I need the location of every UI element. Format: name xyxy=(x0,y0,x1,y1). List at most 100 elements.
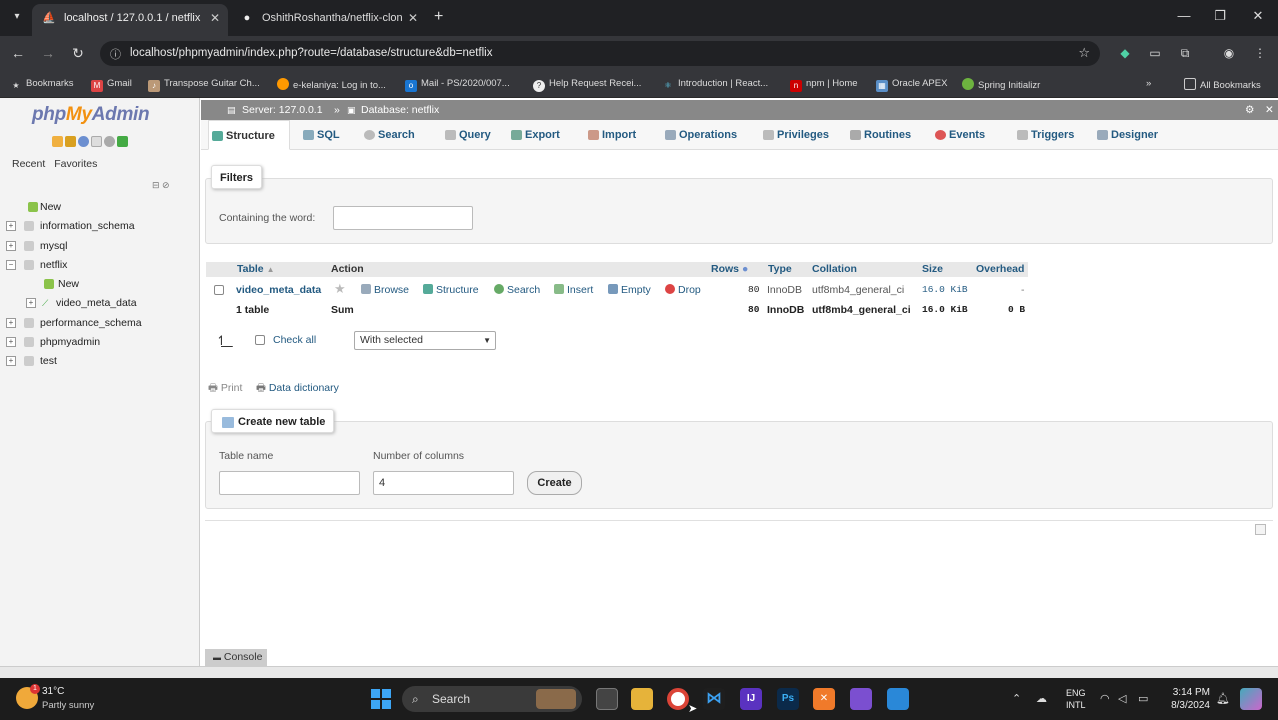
notifications-bell-icon[interactable]: 🔔︎ xyxy=(1216,692,1230,705)
language-indicator[interactable]: ENG INTL xyxy=(1066,687,1086,711)
tab-routines[interactable]: Routines xyxy=(847,120,911,150)
num-columns-input[interactable] xyxy=(373,471,514,495)
xampp-icon[interactable]: ✕ xyxy=(813,688,835,710)
tree-item-netflix[interactable]: − netflix xyxy=(6,256,196,275)
settings-gear-icon[interactable]: ⚙ xyxy=(1245,100,1254,120)
browser-tab-phpmyadmin[interactable]: ⛵ localhost / 127.0.0.1 / netflix | p ✕ xyxy=(32,4,228,36)
extension-icon[interactable]: ▭ xyxy=(1147,45,1163,61)
tab-events[interactable]: Events xyxy=(932,120,985,150)
bookmark-star-icon[interactable]: ☆ xyxy=(1078,45,1090,61)
site-info-icon[interactable]: ⓘ xyxy=(110,46,121,62)
close-panel-icon[interactable]: ✕ xyxy=(1265,100,1274,120)
intellij-icon[interactable]: IJ xyxy=(740,688,762,710)
task-view-icon[interactable] xyxy=(596,688,618,710)
more-bookmarks-icon[interactable]: » xyxy=(1146,78,1151,89)
favorites-tab[interactable]: Favorites xyxy=(54,158,97,170)
tab-operations[interactable]: Operations xyxy=(662,120,737,150)
breadcrumb-database[interactable]: Database: netflix xyxy=(361,100,439,120)
bookmark-item[interactable]: M Gmail xyxy=(91,78,132,92)
back-icon[interactable]: ← xyxy=(9,44,27,62)
collapse-icon[interactable]: − xyxy=(6,259,16,270)
volume-icon[interactable]: ◁ xyxy=(1118,692,1126,705)
col-header-collation[interactable]: Collation xyxy=(812,263,857,275)
media-app-icon[interactable] xyxy=(850,688,872,710)
browse-link[interactable]: Browse xyxy=(361,284,409,296)
bookmark-item[interactable]: Spring Initializr xyxy=(962,78,1040,91)
filter-input[interactable] xyxy=(333,206,473,230)
expand-icon[interactable]: + xyxy=(6,337,16,348)
close-tab-icon[interactable]: ✕ xyxy=(210,4,220,32)
bookmark-item[interactable]: ♪ Transpose Guitar Ch... xyxy=(148,78,260,92)
home-icon[interactable] xyxy=(52,136,63,147)
with-selected-dropdown[interactable]: With selected ▼ xyxy=(354,331,496,350)
profile-avatar-icon[interactable]: ◉ xyxy=(1221,45,1237,61)
bookmark-item[interactable]: ? Help Request Recei... xyxy=(533,78,641,92)
expand-icon[interactable]: + xyxy=(6,240,16,251)
help-icon[interactable]: ● xyxy=(742,263,748,275)
reload-nav-icon[interactable] xyxy=(117,136,128,147)
new-tab-icon[interactable]: + xyxy=(434,8,443,26)
expand-icon[interactable]: + xyxy=(26,298,36,309)
tab-export[interactable]: Export xyxy=(508,120,560,150)
tree-item-test[interactable]: + test xyxy=(6,352,196,371)
recent-tab[interactable]: Recent xyxy=(12,158,45,170)
tab-triggers[interactable]: Triggers xyxy=(1014,120,1074,150)
tree-item-information-schema[interactable]: + information_schema xyxy=(6,217,196,236)
show-hidden-icons[interactable]: ⌃ xyxy=(1012,692,1021,705)
chrome-icon[interactable] xyxy=(667,688,689,710)
tab-query[interactable]: Query xyxy=(442,120,491,150)
onedrive-icon[interactable]: ☁ xyxy=(1036,692,1047,705)
bookmark-item[interactable]: ⚛ Introduction | React... xyxy=(662,78,768,92)
check-all-label[interactable]: Check all xyxy=(273,334,316,346)
all-bookmarks[interactable]: All Bookmarks xyxy=(1184,78,1261,91)
wifi-icon[interactable]: ◠ xyxy=(1100,692,1110,705)
col-header-type[interactable]: Type xyxy=(768,263,792,275)
check-all-checkbox[interactable] xyxy=(255,335,265,345)
vscode-icon[interactable]: ⋈ xyxy=(703,688,725,710)
logout-icon[interactable] xyxy=(65,136,76,147)
search-link[interactable]: Search xyxy=(494,284,540,296)
tree-item-new[interactable]: New xyxy=(6,198,196,217)
settings-gear-icon[interactable] xyxy=(104,136,115,147)
restore-icon[interactable]: ❐ xyxy=(1210,8,1230,24)
bookmark-item[interactable]: ▦ Oracle APEX xyxy=(876,78,947,92)
browser-tab-github[interactable]: ● OshithRoshantha/netflix-clone ✕ xyxy=(230,4,426,36)
favorite-star-icon[interactable]: ★ xyxy=(334,281,346,297)
system-clock[interactable]: 3:14 PM 8/3/2024 xyxy=(1164,686,1210,712)
tab-import[interactable]: Import xyxy=(585,120,636,150)
empty-link[interactable]: Empty xyxy=(608,284,651,296)
close-tab-icon[interactable]: ✕ xyxy=(408,4,418,32)
tree-item-video-meta-data[interactable]: + ⟋ video_meta_data xyxy=(6,294,196,313)
create-button[interactable]: Create xyxy=(527,471,582,495)
structure-link[interactable]: Structure xyxy=(423,284,479,296)
file-explorer-icon[interactable] xyxy=(631,688,653,710)
windows-start-icon[interactable] xyxy=(371,689,391,709)
insert-link[interactable]: Insert xyxy=(554,284,593,296)
tab-search[interactable]: Search xyxy=(361,120,415,150)
breadcrumb-server[interactable]: Server: 127.0.0.1 xyxy=(242,100,323,120)
expand-icon[interactable]: + xyxy=(6,356,16,367)
tab-designer[interactable]: Designer xyxy=(1094,120,1158,150)
photoshop-icon[interactable]: Ps xyxy=(777,688,799,710)
bookmark-item[interactable]: n npm | Home xyxy=(790,78,858,92)
browser-menu-icon[interactable]: ⋮ xyxy=(1252,45,1268,61)
drop-link[interactable]: Drop xyxy=(665,284,701,296)
tree-item-netflix-new[interactable]: New xyxy=(6,275,196,294)
col-header-size[interactable]: Size xyxy=(922,263,943,275)
table-name-link[interactable]: video_meta_data xyxy=(236,284,321,296)
tab-search-icon[interactable]: ▾ xyxy=(8,8,26,26)
bookmark-item[interactable]: o Mail - PS/2020/007... xyxy=(405,78,510,92)
size-value[interactable]: 16.0 KiB xyxy=(922,284,968,295)
col-header-overhead[interactable]: Overhead xyxy=(976,263,1024,275)
horizontal-scrollbar[interactable] xyxy=(0,666,1278,678)
bookmark-item[interactable]: e-kelaniya: Log in to... xyxy=(277,78,386,91)
expand-icon[interactable]: + xyxy=(6,317,16,328)
bookmark-item[interactable]: ★ Bookmarks xyxy=(10,78,73,92)
col-header-table[interactable]: Table ▲ xyxy=(237,263,275,275)
collapse-all-icon[interactable]: ⊟ ⊘ xyxy=(152,180,170,191)
tab-privileges[interactable]: Privileges xyxy=(760,120,829,150)
col-header-rows[interactable]: Rows ● xyxy=(711,263,748,275)
print-link[interactable]: 🖶 Print xyxy=(208,380,242,398)
help-icon[interactable] xyxy=(78,136,89,147)
row-checkbox[interactable] xyxy=(214,285,224,295)
